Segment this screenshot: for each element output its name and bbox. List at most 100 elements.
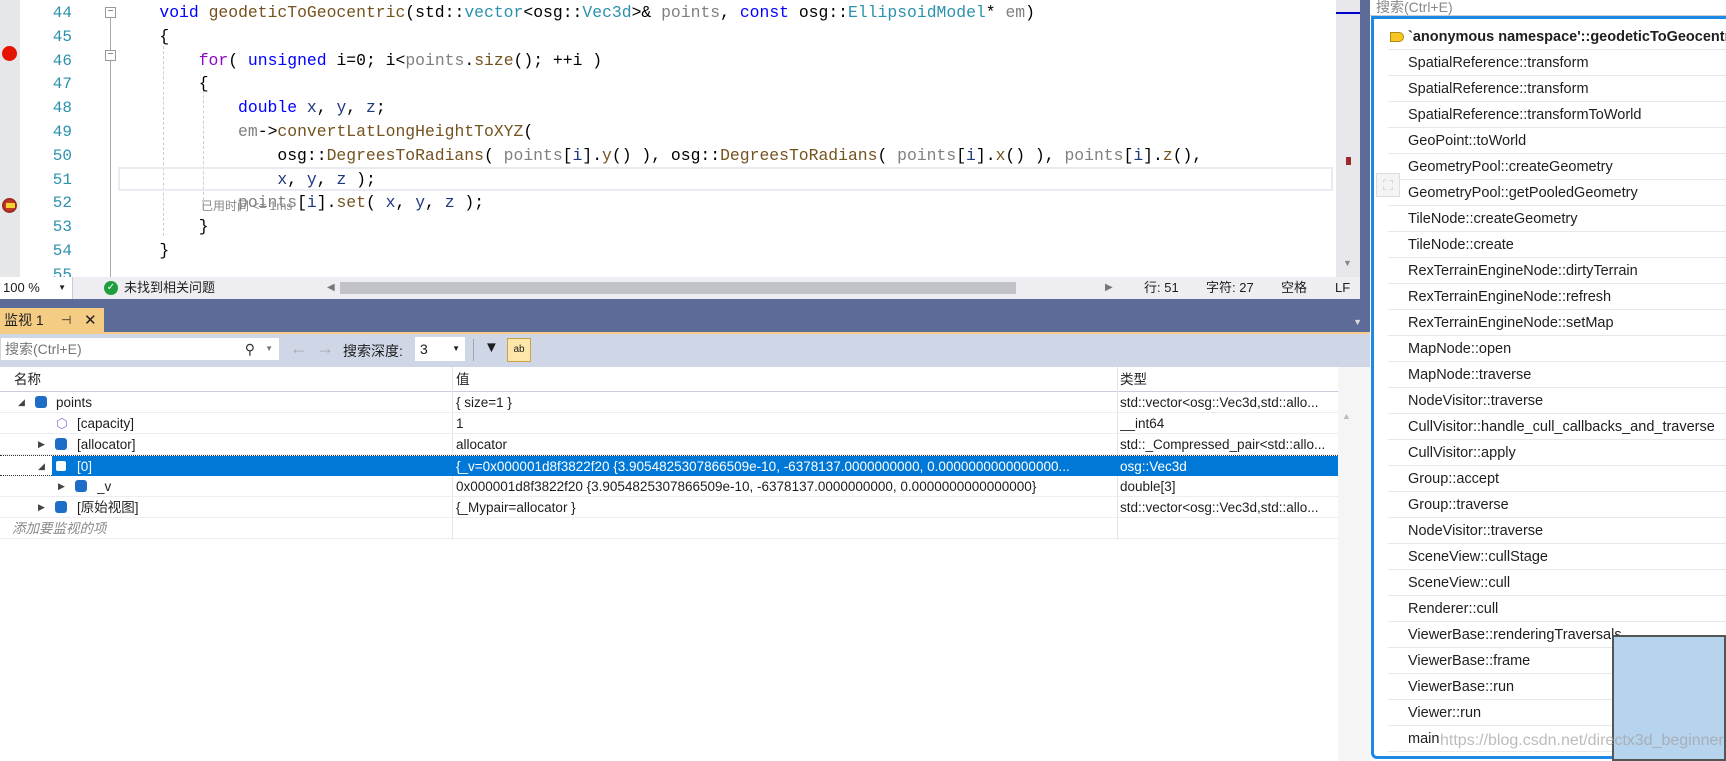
line-indicator[interactable]: 行: 51: [1144, 277, 1179, 299]
code-token: ,: [287, 169, 307, 189]
collapse-icon[interactable]: ◢: [38, 456, 45, 477]
code-token: ,: [395, 193, 416, 213]
line-number: 53: [52, 218, 72, 237]
current-frame-arrow-icon: [1390, 32, 1404, 42]
code-line[interactable]: for( unsigned i=0; i<points.size(); ++i …: [120, 49, 602, 73]
code-token: ;: [375, 98, 386, 118]
call-stack-frame[interactable]: NodeVisitor::traverse: [1388, 388, 1726, 414]
scroll-down-icon[interactable]: ▼: [1343, 258, 1352, 268]
column-header-name[interactable]: 名称: [14, 367, 41, 392]
code-token: x: [306, 98, 317, 118]
code-token: y: [602, 145, 612, 165]
watch-row-element-0-selected[interactable]: ◢ [0] {_v=0x000001d8f3822f20 {3.90548253…: [0, 455, 1338, 476]
close-icon[interactable]: ✕: [84, 308, 97, 333]
search-depth-dropdown[interactable]: 3 ▼: [415, 337, 465, 361]
code-line[interactable]: double x, y, z;: [120, 96, 386, 120]
tab-watch-1[interactable]: 监视 1 ⊣ ✕: [0, 308, 104, 333]
collapse-icon[interactable]: −: [105, 7, 116, 18]
row-value: 0x000001d8f3822f20 {3.9054825307866509e-…: [456, 479, 1037, 494]
scroll-up-icon[interactable]: ▲: [1342, 411, 1351, 421]
watch-vertical-scrollbar[interactable]: ▲: [1338, 367, 1370, 761]
call-stack-frame[interactable]: GeometryPool::createGeometry: [1388, 154, 1726, 180]
call-stack-frame[interactable]: Group::accept: [1388, 466, 1726, 492]
whitespace-indicator[interactable]: 空格: [1281, 277, 1307, 299]
horizontal-scrollbar-thumb[interactable]: [340, 282, 1016, 294]
forward-arrow-icon[interactable]: →: [316, 338, 334, 359]
code-line[interactable]: points[i].set( x, y, z );: [120, 191, 484, 215]
call-stack-frame[interactable]: SpatialReference::transform: [1388, 76, 1726, 102]
fit-view-icon[interactable]: ⛶: [1376, 173, 1400, 197]
call-stack-frame[interactable]: RexTerrainEngineNode::dirtyTerrain: [1388, 258, 1726, 284]
call-stack-frame[interactable]: `anonymous namespace'::geodeticToGeocent…: [1388, 24, 1726, 50]
code-token: points: [1064, 145, 1124, 165]
column-header-value[interactable]: 值: [456, 367, 1114, 392]
call-stack-frame[interactable]: MapNode::traverse: [1388, 362, 1726, 388]
call-stack-frame[interactable]: NodeVisitor::traverse: [1388, 518, 1726, 544]
callstack-search-input[interactable]: 搜索(Ctrl+E): [1370, 0, 1726, 16]
call-stack-frame[interactable]: Group::traverse: [1388, 492, 1726, 518]
issues-status[interactable]: 未找到相关问题: [124, 277, 215, 299]
call-stack-frame[interactable]: RexTerrainEngineNode::refresh: [1388, 284, 1726, 310]
call-stack-frame[interactable]: CullVisitor::apply: [1388, 440, 1726, 466]
back-arrow-icon[interactable]: ←: [290, 338, 308, 359]
row-type: __int64: [1120, 416, 1165, 431]
code-token: );: [454, 193, 485, 213]
code-line[interactable]: }: [120, 239, 169, 263]
watch-row-v[interactable]: ▶ _v 0x000001d8f3822f20 {3.9054825307866…: [0, 476, 1338, 497]
call-stack-frame[interactable]: GeometryPool::getPooledGeometry: [1388, 180, 1726, 206]
expand-icon[interactable]: ▶: [38, 434, 45, 455]
code-token: () ), osg::: [611, 145, 721, 165]
char-indicator[interactable]: 字符: 27: [1206, 277, 1254, 299]
call-stack-frame[interactable]: CullVisitor::handle_cull_callbacks_and_t…: [1388, 414, 1726, 440]
filter-pin-icon[interactable]: ▼: [484, 339, 499, 356]
window-menu-icon[interactable]: ▼: [1353, 317, 1362, 327]
code-token: DegreesToRadians: [326, 145, 484, 165]
pin-icon[interactable]: ⊣: [61, 308, 71, 333]
call-stack-frame[interactable]: SceneView::cullStage: [1388, 544, 1726, 570]
call-stack-frame[interactable]: SpatialReference::transform: [1388, 50, 1726, 76]
scroll-left-icon[interactable]: ◀: [327, 277, 335, 299]
call-stack-frame[interactable]: RexTerrainEngineNode::setMap: [1388, 310, 1726, 336]
breakpoint-margin[interactable]: [0, 0, 20, 277]
row-name: [capacity]: [77, 416, 135, 431]
code-line[interactable]: {: [120, 72, 209, 96]
watch-row-raw-view[interactable]: ▶ [原始视图] {_Mypair=allocator } std::vecto…: [0, 497, 1338, 518]
add-watch-placeholder[interactable]: 添加要监视的项: [12, 518, 107, 539]
breakpoint-icon[interactable]: [2, 46, 17, 61]
code-line[interactable]: }: [120, 215, 209, 239]
code-line[interactable]: x, y, z );: [120, 168, 375, 192]
editor-vertical-scrollbar[interactable]: ▼: [1336, 0, 1360, 277]
code-line[interactable]: osg::DegreesToRadians( points[i].y() ), …: [120, 144, 1202, 168]
expand-icon[interactable]: ▶: [38, 497, 45, 518]
collapse-icon[interactable]: ◢: [18, 392, 25, 413]
code-token: ->: [257, 122, 278, 141]
watch-search-input[interactable]: 搜索(Ctrl+E) ⚲ ▼: [0, 337, 280, 361]
watch-row-allocator[interactable]: ▶ [allocator] allocator std::_Compressed…: [0, 434, 1338, 455]
code-line[interactable]: {: [120, 25, 169, 49]
call-stack-frame[interactable]: TileNode::createGeometry: [1388, 206, 1726, 232]
zoom-dropdown[interactable]: 100 % ▼: [0, 277, 73, 299]
code-line[interactable]: void geodeticToGeocentric(std::vector<os…: [120, 1, 1035, 25]
chevron-down-icon[interactable]: ▼: [265, 338, 273, 360]
search-icon[interactable]: ⚲: [245, 338, 255, 360]
watch-row-capacity[interactable]: ⬡ [capacity] 1 __int64: [0, 413, 1338, 434]
line-number: 49: [52, 123, 72, 141]
call-stack-frame[interactable]: GeoPoint::toWorld: [1388, 128, 1726, 154]
scroll-right-icon[interactable]: ▶: [1105, 277, 1113, 299]
collapse-icon[interactable]: −: [105, 50, 116, 61]
eol-indicator[interactable]: LF: [1335, 277, 1350, 299]
call-stack-frame[interactable]: MapNode::open: [1388, 336, 1726, 362]
expand-icon[interactable]: ▶: [58, 476, 65, 497]
call-stack-frame[interactable]: Renderer::cull: [1388, 596, 1726, 622]
code-token: [: [1123, 145, 1134, 165]
hex-view-toggle-icon[interactable]: ab: [507, 338, 531, 362]
call-stack-frame[interactable]: TileNode::create: [1388, 232, 1726, 258]
call-stack-frame[interactable]: SpatialReference::transformToWorld: [1388, 102, 1726, 128]
line-number: 48: [52, 99, 72, 118]
call-stack-frame[interactable]: SceneView::cull: [1388, 570, 1726, 596]
add-watch-row[interactable]: 添加要监视的项: [0, 518, 1338, 539]
column-header-type[interactable]: 类型: [1120, 367, 1334, 392]
watch-row-points[interactable]: ◢ points { size=1 } std::vector<osg::Vec…: [0, 392, 1338, 413]
code-line[interactable]: em->convertLatLongHeightToXYZ(: [120, 120, 533, 144]
